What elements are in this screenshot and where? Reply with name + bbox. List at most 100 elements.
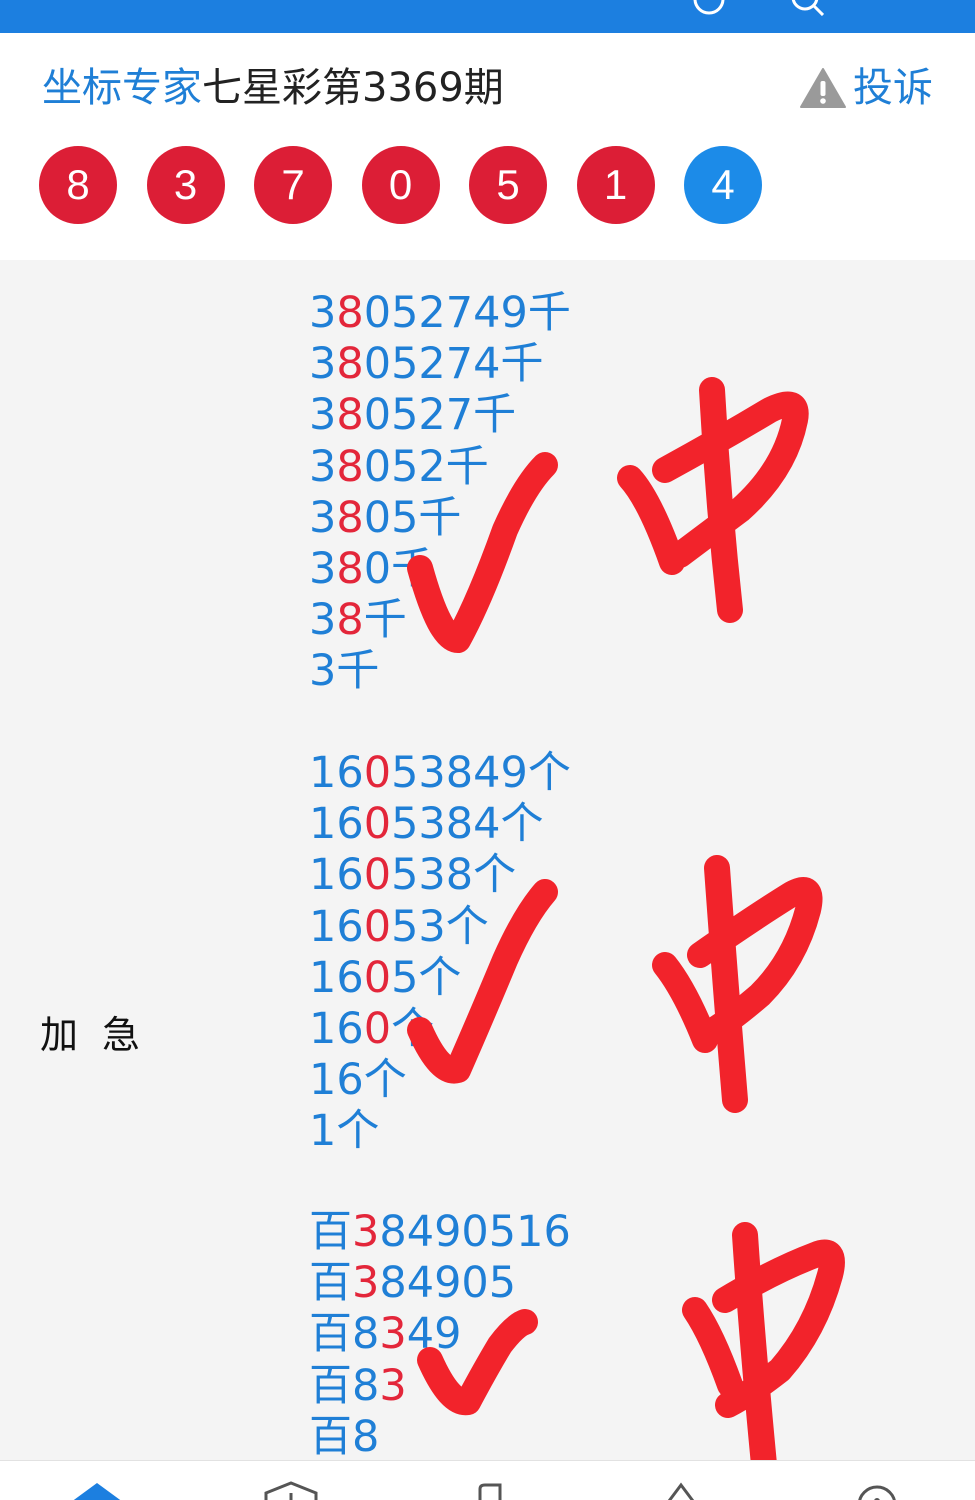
history-icon[interactable] [692, 0, 726, 16]
highlighted-digit: 8 [336, 390, 364, 441]
prediction-text: 05千 [363, 492, 462, 543]
prediction-row: 16个 [309, 1055, 571, 1106]
issue-title: 七星彩第3369期 [202, 65, 504, 111]
prediction-row: 百38490516 [309, 1207, 571, 1258]
prediction-text: 3 [309, 288, 337, 338]
post-title: 坐标专家七星彩第3369期 [42, 63, 504, 113]
prediction-text: 8490516 [379, 1207, 571, 1257]
nav-profile-icon[interactable] [842, 1475, 912, 1500]
prediction-text: 16 [309, 1055, 364, 1106]
prediction-text: 百 [309, 1258, 352, 1309]
highlighted-digit: 0 [363, 901, 392, 952]
prediction-text: 49 [406, 1309, 462, 1360]
result-ball: 5 [469, 146, 547, 224]
prediction-block-thousands: 38052749千 3805274千 380527千 38052千 3805千 380千 3… [309, 288, 571, 698]
highlighted-digit: 3 [352, 1258, 380, 1309]
nav-star-icon[interactable] [646, 1475, 716, 1500]
prediction-text: 05274千 [363, 339, 544, 390]
prediction-text: 百 [309, 1207, 352, 1257]
prediction-row: 1605384个 [309, 799, 571, 850]
prediction-text: 千 [336, 646, 380, 697]
prediction-text: 3 [309, 441, 337, 492]
highlighted-digit: 0 [363, 952, 392, 1003]
prediction-text: 个 [336, 1106, 380, 1157]
prediction-row: 160个 [309, 1004, 571, 1055]
prediction-row: 38052749千 [309, 288, 571, 339]
highlighted-digit: 8 [336, 544, 364, 595]
zhong-character-icon [652, 855, 823, 1113]
prediction-text: 3 [309, 595, 337, 646]
prediction-text: 1 [309, 1106, 337, 1157]
prediction-text: 84905 [379, 1258, 517, 1309]
highlighted-digit: 3 [379, 1309, 407, 1360]
prediction-row: 1个 [309, 1106, 571, 1157]
prediction-text: 5384个 [391, 799, 544, 850]
prediction-text: 3 [309, 339, 337, 390]
complain-label: 投诉 [853, 65, 933, 111]
result-ball: 1 [576, 146, 655, 224]
prediction-text: 个 [391, 1004, 435, 1055]
highlighted-digit: 3 [352, 1207, 380, 1257]
nav-discover-icon[interactable] [256, 1475, 326, 1500]
prediction-row: 百8349 [309, 1309, 571, 1360]
author-link[interactable]: 坐标专家 [42, 65, 202, 111]
prediction-block-hundreds: 百38490516 百384905 百8349 百83 百8 [309, 1207, 571, 1463]
result-ball: 0 [361, 146, 440, 224]
prediction-text: 5个 [391, 952, 462, 1003]
highlighted-digit: 8 [336, 288, 364, 338]
search-icon[interactable] [790, 0, 824, 16]
bottom-nav [0, 1460, 975, 1500]
prediction-text: 3 [309, 544, 337, 595]
prediction-row: 3805千 [309, 493, 571, 544]
prediction-text: 个 [363, 1055, 407, 1106]
zhong-character-icon [682, 1222, 846, 1488]
prediction-row: 380527千 [309, 390, 571, 441]
prediction-row: 3805274千 [309, 339, 571, 390]
highlighted-digit: 8 [336, 492, 364, 543]
nav-post-icon[interactable] [452, 1475, 522, 1500]
prediction-text: 0527千 [363, 390, 517, 441]
prediction-text: 百8 [309, 1309, 380, 1360]
warning-icon [800, 68, 846, 108]
result-ball: 4 [684, 146, 762, 224]
highlighted-digit: 0 [363, 748, 392, 798]
post-header: 坐标专家七星彩第3369期 投诉 8370514 [0, 33, 975, 260]
prediction-row: 百384905 [309, 1258, 571, 1309]
prediction-text: 百8 [309, 1411, 380, 1462]
prediction-text: 0千 [363, 544, 435, 595]
prediction-row: 380千 [309, 544, 571, 595]
complain-button[interactable]: 投诉 [799, 63, 933, 113]
prediction-text: 16 [309, 1004, 364, 1055]
prediction-row: 160538个 [309, 850, 571, 901]
prediction-text: 53个 [391, 901, 489, 952]
prediction-text: 3 [309, 646, 337, 697]
prediction-block-units: 16053849个 1605384个 160538个 16053个 1605个 160个 1… [309, 748, 571, 1158]
prediction-text: 052749千 [363, 288, 571, 338]
highlighted-digit: 0 [363, 799, 392, 850]
prediction-row: 百83 [309, 1361, 571, 1412]
result-ball: 7 [254, 146, 332, 224]
nav-home-icon[interactable] [62, 1475, 132, 1500]
prediction-text: 16 [309, 901, 364, 952]
prediction-text: 3 [309, 492, 337, 543]
highlighted-digit: 8 [336, 339, 364, 390]
prediction-text: 16 [309, 952, 364, 1003]
highlighted-digit: 8 [336, 595, 364, 646]
highlighted-digit: 8 [336, 441, 364, 492]
highlighted-digit: 3 [379, 1360, 407, 1411]
prediction-row: 16053849个 [309, 748, 571, 799]
prediction-row: 3千 [309, 646, 571, 697]
prediction-text: 16 [309, 748, 364, 798]
prediction-text: 千 [363, 595, 407, 646]
prediction-text: 16 [309, 850, 364, 901]
prediction-row: 38052千 [309, 442, 571, 493]
prediction-row: 38千 [309, 595, 571, 646]
prediction-text: 052千 [363, 441, 489, 492]
prediction-row: 16053个 [309, 902, 571, 953]
prediction-row: 百8 [309, 1412, 571, 1463]
prediction-text: 53849个 [391, 748, 571, 798]
more-icon[interactable] [880, 0, 914, 16]
prediction-text: 16 [309, 799, 364, 850]
zhong-character-icon [617, 377, 809, 623]
prediction-text: 百8 [309, 1360, 380, 1411]
